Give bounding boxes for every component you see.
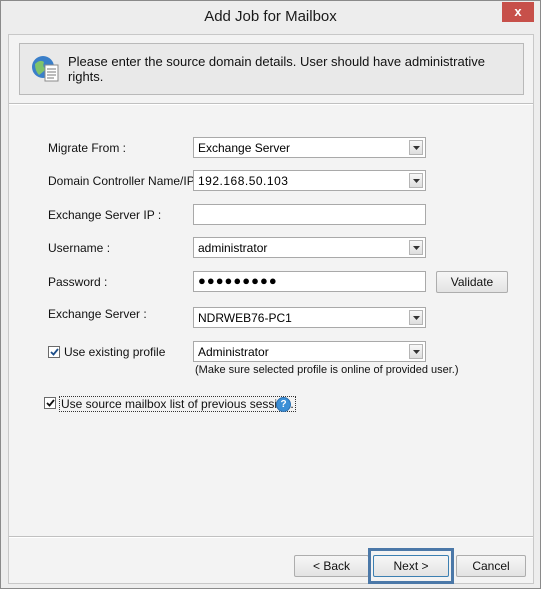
migrate-from-label: Migrate From :	[48, 141, 127, 155]
migrate-from-combo[interactable]: Exchange Server	[193, 137, 426, 158]
password-label: Password :	[48, 275, 108, 289]
profile-value: Administrator	[198, 345, 269, 359]
exchange-server-value: NDRWEB76-PC1	[198, 311, 292, 325]
use-existing-profile-checkbox[interactable]	[48, 346, 60, 358]
help-icon[interactable]: ?	[276, 397, 291, 412]
info-header: Please enter the source domain details. …	[19, 43, 524, 95]
chevron-down-icon	[413, 316, 420, 320]
migrate-from-dropdown-button[interactable]	[409, 140, 423, 155]
profile-dropdown-button[interactable]	[409, 344, 423, 359]
checkmark-icon	[46, 399, 55, 407]
password-masked-value: ●●●●●●●●●	[198, 273, 278, 288]
checkmark-icon	[50, 348, 59, 356]
profile-note: (Make sure selected profile is online of…	[195, 364, 459, 376]
title-bar[interactable]: Add Job for Mailbox x	[1, 1, 540, 34]
username-combo[interactable]: administrator	[193, 237, 426, 258]
header-text: Please enter the source domain details. …	[68, 54, 485, 84]
domain-controller-combo[interactable]: 192.168.50.103	[193, 170, 426, 191]
header-divider	[9, 103, 533, 105]
chevron-down-icon	[413, 146, 420, 150]
use-source-list-label[interactable]: Use source mailbox list of previous sess…	[59, 396, 296, 412]
password-input[interactable]: ●●●●●●●●●	[193, 271, 426, 292]
domain-controller-value: 192.168.50.103	[198, 174, 289, 188]
next-button[interactable]: Next >	[373, 555, 449, 577]
chevron-down-icon	[413, 246, 420, 250]
exchange-server-label: Exchange Server :	[48, 307, 147, 321]
window-title: Add Job for Mailbox	[204, 8, 337, 25]
back-button[interactable]: < Back	[294, 555, 369, 577]
close-icon: x	[514, 4, 522, 19]
chevron-down-icon	[413, 179, 420, 183]
exchange-server-ip-input[interactable]	[193, 204, 426, 225]
domain-controller-label: Domain Controller Name/IP :	[48, 174, 202, 188]
close-button[interactable]: x	[502, 2, 534, 22]
exchange-server-dropdown-button[interactable]	[409, 310, 423, 325]
migrate-from-value: Exchange Server	[198, 141, 291, 155]
use-existing-profile-label[interactable]: Use existing profile	[64, 345, 165, 359]
exchange-server-ip-label: Exchange Server IP :	[48, 208, 162, 222]
username-dropdown-button[interactable]	[409, 240, 423, 255]
chevron-down-icon	[413, 350, 420, 354]
cancel-button[interactable]: Cancel	[456, 555, 526, 577]
globe-document-icon	[32, 56, 59, 82]
dialog-window: Add Job for Mailbox x Please enter the s…	[0, 0, 541, 589]
use-source-list-checkbox[interactable]	[44, 397, 56, 409]
username-value: administrator	[198, 241, 268, 255]
dialog-content: Please enter the source domain details. …	[8, 34, 534, 584]
footer-divider	[9, 536, 533, 538]
profile-combo[interactable]: Administrator	[193, 341, 426, 362]
domain-controller-dropdown-button[interactable]	[409, 173, 423, 188]
validate-button[interactable]: Validate	[436, 271, 508, 293]
exchange-server-combo[interactable]: NDRWEB76-PC1	[193, 307, 426, 328]
username-label: Username :	[48, 241, 111, 255]
